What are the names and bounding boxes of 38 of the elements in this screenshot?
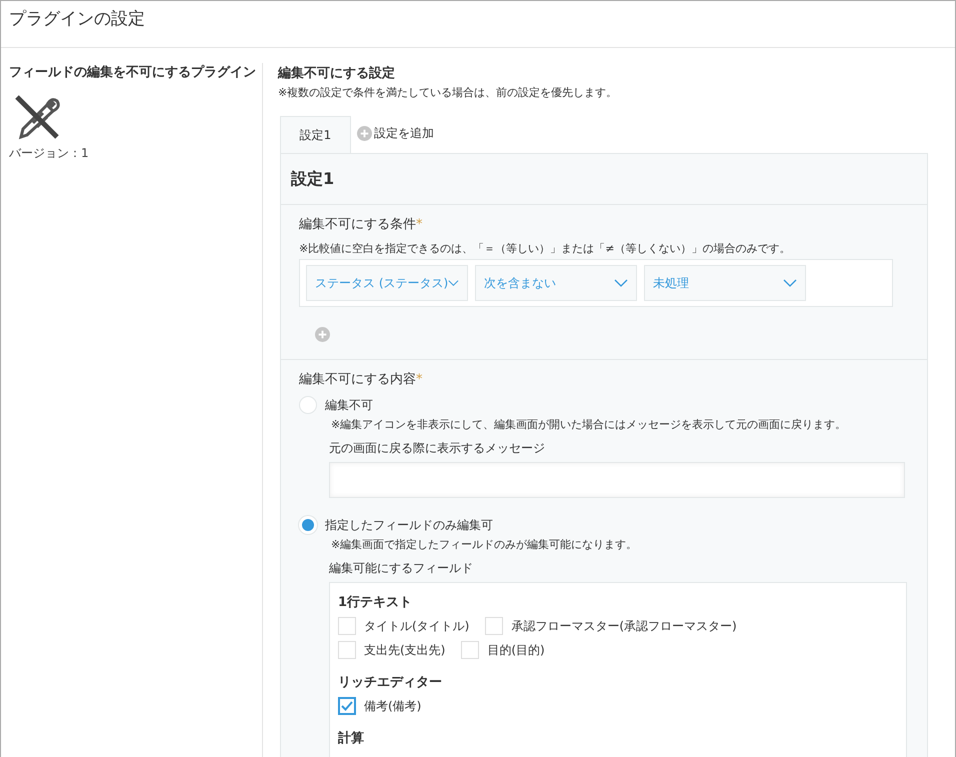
- section-note: ※複数の設定で条件を満たしている場合は、前の設定を優先します。: [278, 85, 618, 100]
- group-title: 1行テキスト: [338, 594, 414, 611]
- tab[interactable]: 設定1: [280, 116, 351, 153]
- plugin-name: フィールドの編集を不可にするプラグイン: [9, 64, 257, 81]
- option-note: ※編集アイコンを非表示にして、編集画面が開いた場合にはメッセージを表示して元の画面に戻ります。: [331, 417, 848, 432]
- dropdown[interactable]: ステータス (ステータス): [306, 265, 468, 301]
- field-label: 元の画面に戻る際に表示するメッセージ: [329, 440, 546, 457]
- radio-label: 指定したフィールドのみ編集可: [325, 516, 493, 534]
- chevron-down-icon: [783, 279, 797, 287]
- page-title: プラグインの設定: [9, 8, 145, 30]
- group-title: リッチエディター: [338, 674, 443, 691]
- required-mark: *: [416, 217, 422, 232]
- checkbox-label: 目的(目的): [487, 642, 545, 658]
- add-setting-button[interactable]: 設定を追加: [351, 117, 440, 149]
- field-label: 編集不可にする内容: [299, 372, 416, 387]
- radio-label: 編集不可: [325, 396, 373, 414]
- group-title: 計算: [338, 730, 365, 747]
- field-label: 編集可能にするフィールド: [329, 560, 474, 577]
- checkbox-label: 備考(備考): [364, 698, 422, 714]
- required-mark: *: [416, 372, 422, 387]
- message-input[interactable]: [329, 462, 905, 498]
- checkbox-label: タイトル(タイトル): [364, 618, 470, 634]
- chevron-down-icon: [614, 279, 628, 287]
- section-title: 編集不可にする設定: [278, 64, 396, 82]
- radio-button[interactable]: [299, 396, 317, 414]
- checkbox[interactable]: [338, 697, 356, 715]
- dropdown[interactable]: 未処理: [644, 265, 806, 301]
- option-note: ※編集画面で指定したフィールドのみが編集可能になります。: [331, 537, 638, 552]
- dropdown[interactable]: 次を含まない: [475, 265, 637, 301]
- condition-note: ※比較値に空白を指定できるのは、「＝（等しい）」または「≠（等しくない）」の場合のみです。: [299, 241, 792, 256]
- plus-icon: [357, 126, 372, 140]
- checkbox-label: 承認フローマスター(承認フローマスター): [511, 618, 737, 634]
- panel-title: 設定1: [281, 154, 927, 205]
- chevron-down-icon: [448, 279, 459, 287]
- checkbox-label: 支出先(支出先): [364, 642, 446, 658]
- version-text: バージョン：1: [9, 145, 90, 162]
- field-label: 編集不可にする条件: [299, 217, 416, 232]
- add-condition-icon[interactable]: [315, 327, 330, 342]
